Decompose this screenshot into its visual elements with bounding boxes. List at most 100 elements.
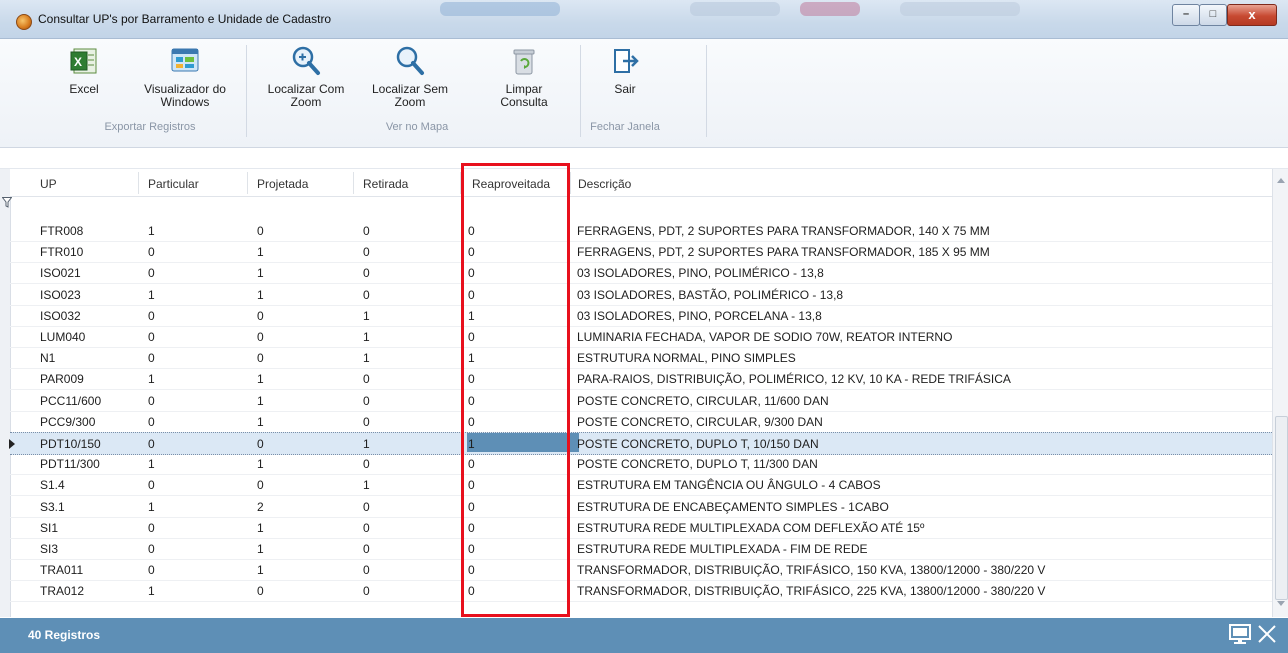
cell-up[interactable]: PAR009 [40,372,84,386]
table-row[interactable]: LUM040 0 0 1 0 LUMINARIA FECHADA, VAPOR DE SO… [10,326,1272,348]
minimize-button[interactable]: – [1172,4,1200,26]
cell-particular[interactable]: 0 [148,478,155,492]
cell-up[interactable]: SI1 [40,521,58,535]
cell-up[interactable]: TRA012 [40,584,84,598]
filter-icon[interactable] [2,197,12,208]
cell-descricao[interactable]: POSTE CONCRETO, DUPLO T, 10/150 DAN [577,437,819,451]
cell-descricao[interactable]: TRANSFORMADOR, DISTRIBUIÇÃO, TRIFÁSICO, … [577,584,1045,598]
cell-up[interactable]: FTR010 [40,245,83,259]
cell-retirada[interactable]: 0 [363,372,370,386]
cell-descricao[interactable]: FERRAGENS, PDT, 2 SUPORTES PARA TRANSFOR… [577,224,990,238]
cell-retirada[interactable]: 1 [363,351,370,365]
cell-retirada[interactable]: 1 [363,330,370,344]
table-row[interactable]: S1.4 0 0 1 0 ESTRUTURA EM TANGÊNCIA OU ÂNGULO… [10,474,1272,497]
vertical-scrollbar[interactable] [1272,169,1288,617]
filter-row[interactable] [10,197,1272,217]
cell-projetada[interactable]: 0 [257,351,264,365]
table-row[interactable]: S3.1 1 2 0 0 ESTRUTURA DE ENCABEÇAMENTO SIMPL… [10,496,1272,518]
cell-up[interactable]: ISO021 [40,266,81,280]
cell-projetada[interactable]: 1 [257,457,264,471]
cell-retirada[interactable]: 0 [363,245,370,259]
locate-with-zoom-button[interactable]: Localizar Com Zoom [258,45,354,109]
cell-up[interactable]: ISO032 [40,309,81,323]
column-header-particular[interactable]: Particular [148,177,199,191]
cell-up[interactable]: LUM040 [40,330,85,344]
locate-without-zoom-button[interactable]: Localizar Sem Zoom [364,45,456,109]
table-row[interactable]: FTR008 1 0 0 0 FERRAGENS, PDT, 2 SUPORTES PAR… [10,220,1272,242]
table-row[interactable]: FTR010 0 1 0 0 FERRAGENS, PDT, 2 SUPORTES PAR… [10,241,1272,264]
table-row[interactable]: SI1 0 1 0 0 ESTRUTURA REDE MULTIPLEXADA COM D… [10,517,1272,539]
monitor-icon[interactable] [1229,623,1251,645]
cell-retirada[interactable]: 0 [363,584,370,598]
cell-up[interactable]: SI3 [40,542,58,556]
scroll-down-arrow-icon[interactable] [1277,601,1285,606]
table-row[interactable]: PAR009 1 1 0 0 PARA-RAIOS, DISTRIBUIÇÃO, POLI… [10,368,1272,391]
cell-retirada[interactable]: 1 [363,437,370,451]
cell-projetada[interactable]: 0 [257,224,264,238]
cell-particular[interactable]: 0 [148,330,155,344]
cell-descricao[interactable]: ESTRUTURA REDE MULTIPLEXADA - FIM DE RED… [577,542,868,556]
cell-descricao[interactable]: POSTE CONCRETO, CIRCULAR, 11/600 DAN [577,394,829,408]
cell-projetada[interactable]: 1 [257,542,264,556]
cell-particular[interactable]: 0 [148,351,155,365]
cell-projetada[interactable]: 0 [257,478,264,492]
cell-up[interactable]: PDT10/150 [40,437,101,451]
cell-projetada[interactable]: 0 [257,437,264,451]
table-row[interactable]: TRA011 0 1 0 0 TRANSFORMADOR, DISTRIBUIÇÃO, T… [10,559,1272,582]
cell-descricao[interactable]: 03 ISOLADORES, PINO, POLIMÉRICO - 13,8 [577,266,824,280]
cell-up[interactable]: N1 [40,351,55,365]
cell-projetada[interactable]: 1 [257,415,264,429]
cell-descricao[interactable]: LUMINARIA FECHADA, VAPOR DE SODIO 70W, R… [577,330,952,344]
cell-retirada[interactable]: 1 [363,309,370,323]
windows-viewer-button[interactable]: Visualizador do Windows [130,45,240,109]
table-row[interactable]: ISO023 1 1 0 0 03 ISOLADORES, BASTÃO, POLIMÉR… [10,284,1272,306]
cell-particular[interactable]: 1 [148,372,155,386]
column-header-up[interactable]: UP [40,177,57,191]
cell-projetada[interactable]: 0 [257,330,264,344]
cell-up[interactable]: PCC9/300 [40,415,95,429]
table-row[interactable]: ISO032 0 0 1 1 03 ISOLADORES, PINO, PORCELANA… [10,305,1272,327]
cell-projetada[interactable]: 0 [257,309,264,323]
cell-particular[interactable]: 0 [148,521,155,535]
table-row[interactable]: PCC11/600 0 1 0 0 POSTE CONCRETO, CIRCULAR, 1… [10,390,1272,412]
cell-particular[interactable]: 1 [148,288,155,302]
cell-up[interactable]: ISO023 [40,288,81,302]
cell-particular[interactable]: 0 [148,245,155,259]
cell-particular[interactable]: 1 [148,457,155,471]
table-row[interactable]: TRA012 1 0 0 0 TRANSFORMADOR, DISTRIBUIÇÃO, T… [10,580,1272,603]
column-header-projetada[interactable]: Projetada [257,177,308,191]
cell-retirada[interactable]: 0 [363,457,370,471]
cell-particular[interactable]: 0 [148,309,155,323]
cell-descricao[interactable]: ESTRUTURA REDE MULTIPLEXADA COM DEFLEXÃO… [577,521,924,535]
excel-button[interactable]: X Excel [58,45,110,96]
table-row[interactable]: N1 0 0 1 1 ESTRUTURA NORMAL, PINO SIMPLES [10,347,1272,370]
cell-up[interactable]: PDT11/300 [40,457,100,471]
cell-particular[interactable]: 0 [148,437,155,451]
cell-projetada[interactable]: 1 [257,288,264,302]
close-panel-icon[interactable] [1256,623,1278,645]
cell-up[interactable]: S1.4 [40,478,65,492]
cell-descricao[interactable]: POSTE CONCRETO, CIRCULAR, 9/300 DAN [577,415,823,429]
cell-up[interactable]: S3.1 [40,500,65,514]
scroll-thumb[interactable] [1275,416,1288,600]
cell-retirada[interactable]: 0 [363,415,370,429]
cell-descricao[interactable]: TRANSFORMADOR, DISTRIBUIÇÃO, TRIFÁSICO, … [577,563,1045,577]
exit-button[interactable]: Sair [600,45,650,96]
cell-projetada[interactable]: 1 [257,372,264,386]
cell-projetada[interactable]: 1 [257,394,264,408]
cell-particular[interactable]: 0 [148,394,155,408]
cell-particular[interactable]: 0 [148,266,155,280]
cell-up[interactable]: PCC11/600 [40,394,101,408]
cell-retirada[interactable]: 1 [363,478,370,492]
cell-projetada[interactable]: 2 [257,500,264,514]
cell-retirada[interactable]: 0 [363,563,370,577]
table-row[interactable]: PDT10/150 0 0 1 1 POSTE CONCRETO, DUPLO T, 10… [9,432,1272,455]
cell-projetada[interactable]: 0 [257,584,264,598]
column-header-descricao[interactable]: Descrição [578,177,631,191]
column-header-retirada[interactable]: Retirada [363,177,408,191]
cell-retirada[interactable]: 0 [363,500,370,514]
scroll-up-arrow-icon[interactable] [1277,178,1285,183]
cell-retirada[interactable]: 0 [363,224,370,238]
cell-descricao[interactable]: 03 ISOLADORES, PINO, PORCELANA - 13,8 [577,309,822,323]
cell-up[interactable]: FTR008 [40,224,83,238]
